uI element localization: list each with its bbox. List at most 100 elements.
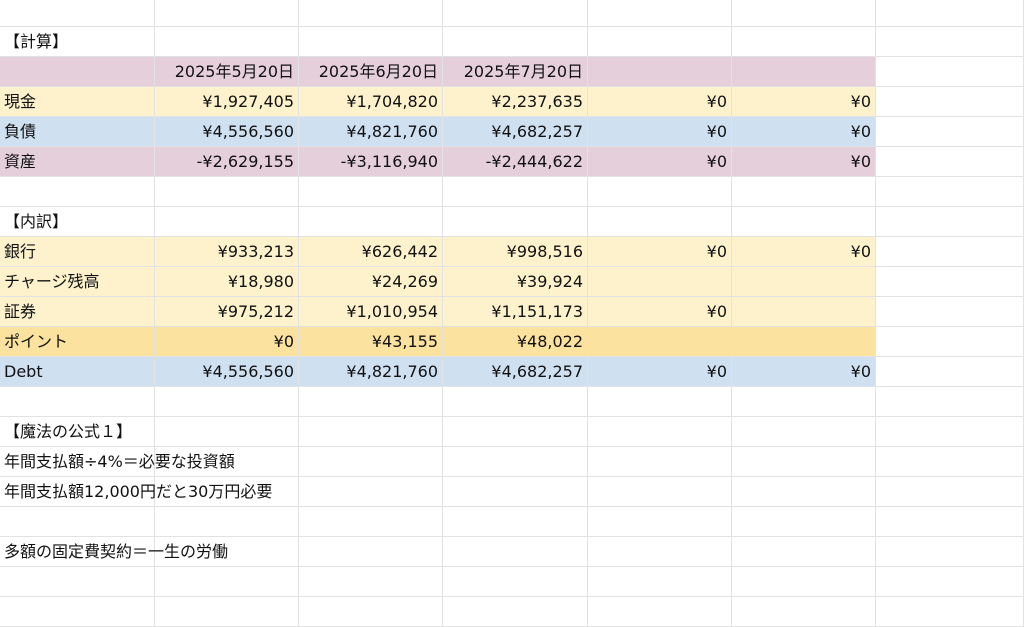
value-cell[interactable]: ¥933,213 bbox=[155, 237, 299, 267]
note-formula-title[interactable]: 【魔法の公式１】 bbox=[0, 417, 155, 447]
cell-r0-c0[interactable] bbox=[0, 0, 155, 27]
cell-r14-c3[interactable] bbox=[443, 417, 588, 447]
cell-r7-c5[interactable] bbox=[732, 207, 876, 237]
cell-r6-c1[interactable] bbox=[155, 177, 299, 207]
cell-r7-c2[interactable] bbox=[299, 207, 443, 237]
value-cell[interactable]: ¥39,924 bbox=[443, 267, 588, 297]
value-cell[interactable] bbox=[588, 267, 732, 297]
date-header[interactable]: 2025年7月20日 bbox=[443, 57, 588, 87]
cell-r10-c6[interactable] bbox=[876, 297, 1024, 327]
cell-r13-c5[interactable] bbox=[732, 387, 876, 417]
cell-r6-c6[interactable] bbox=[876, 177, 1024, 207]
cell-r14-c4[interactable] bbox=[588, 417, 732, 447]
cell-r7-c6[interactable] bbox=[876, 207, 1024, 237]
cell-r0-c4[interactable] bbox=[588, 0, 732, 27]
value-cell[interactable]: ¥0 bbox=[588, 87, 732, 117]
cell-r6-c0[interactable] bbox=[0, 177, 155, 207]
row-label[interactable]: 資産 bbox=[0, 147, 155, 177]
cell-r6-c2[interactable] bbox=[299, 177, 443, 207]
value-cell[interactable]: ¥4,556,560 bbox=[155, 357, 299, 387]
cell-r6-c3[interactable] bbox=[443, 177, 588, 207]
cell-r9-c6[interactable] bbox=[876, 267, 1024, 297]
cell-r7-c4[interactable] bbox=[588, 207, 732, 237]
cell-r13-c2[interactable] bbox=[299, 387, 443, 417]
section-title-breakdown[interactable]: 【内訳】 bbox=[0, 207, 155, 237]
cell-r13-c1[interactable] bbox=[155, 387, 299, 417]
row-label[interactable]: 証券 bbox=[0, 297, 155, 327]
value-cell[interactable]: ¥1,151,173 bbox=[443, 297, 588, 327]
cell-r19-c5[interactable] bbox=[732, 567, 876, 597]
cell-r15-c4[interactable] bbox=[588, 447, 732, 477]
value-cell[interactable]: ¥0 bbox=[588, 357, 732, 387]
value-cell[interactable]: ¥0 bbox=[732, 87, 876, 117]
cell-r20-c4[interactable] bbox=[588, 597, 732, 627]
value-cell[interactable]: ¥998,516 bbox=[443, 237, 588, 267]
cell-r16-c1[interactable] bbox=[155, 477, 299, 507]
note-fixed-cost[interactable]: 多額の固定費契約＝一生の労働 bbox=[0, 537, 228, 567]
cell-r14-c2[interactable] bbox=[299, 417, 443, 447]
cell-r19-c4[interactable] bbox=[588, 567, 732, 597]
cell-r5-c6[interactable] bbox=[876, 147, 1024, 177]
cell-r20-c2[interactable] bbox=[299, 597, 443, 627]
row-label[interactable]: ポイント bbox=[0, 327, 155, 357]
value-cell[interactable]: ¥0 bbox=[155, 327, 299, 357]
cell-r17-c6[interactable] bbox=[876, 507, 1024, 537]
cell-r18-c6[interactable] bbox=[876, 537, 1024, 567]
value-cell[interactable]: ¥24,269 bbox=[299, 267, 443, 297]
cell-r1-c3[interactable] bbox=[443, 27, 588, 57]
cell-r17-c3[interactable] bbox=[443, 507, 588, 537]
cell-r18-c1[interactable] bbox=[155, 537, 299, 567]
value-cell[interactable] bbox=[732, 297, 876, 327]
cell-r19-c6[interactable] bbox=[876, 567, 1024, 597]
cell-r15-c6[interactable] bbox=[876, 447, 1024, 477]
cell-r20-c3[interactable] bbox=[443, 597, 588, 627]
cell-r14-c1[interactable] bbox=[155, 417, 299, 447]
cell-r18-c3[interactable] bbox=[443, 537, 588, 567]
cell-r1-c2[interactable] bbox=[299, 27, 443, 57]
value-cell[interactable]: ¥975,212 bbox=[155, 297, 299, 327]
cell-r0-c2[interactable] bbox=[299, 0, 443, 27]
value-cell[interactable]: ¥2,237,635 bbox=[443, 87, 588, 117]
cell-r13-c4[interactable] bbox=[588, 387, 732, 417]
cell-r16-c4[interactable] bbox=[588, 477, 732, 507]
row-label[interactable]: チャージ残高 bbox=[0, 267, 155, 297]
value-cell[interactable]: ¥48,022 bbox=[443, 327, 588, 357]
cell-r12-c6[interactable] bbox=[876, 357, 1024, 387]
cell-r20-c1[interactable] bbox=[155, 597, 299, 627]
cell-r1-c1[interactable] bbox=[155, 27, 299, 57]
value-cell[interactable]: ¥0 bbox=[588, 117, 732, 147]
value-cell[interactable]: -¥2,629,155 bbox=[155, 147, 299, 177]
cell-r2-c4[interactable] bbox=[588, 57, 732, 87]
value-cell[interactable]: ¥4,821,760 bbox=[299, 117, 443, 147]
value-cell[interactable] bbox=[588, 327, 732, 357]
value-cell[interactable]: ¥0 bbox=[588, 147, 732, 177]
value-cell[interactable] bbox=[732, 327, 876, 357]
cell-r1-c6[interactable] bbox=[876, 27, 1024, 57]
value-cell[interactable]: ¥0 bbox=[732, 357, 876, 387]
cell-r6-c5[interactable] bbox=[732, 177, 876, 207]
value-cell[interactable]: ¥0 bbox=[732, 147, 876, 177]
cell-r13-c6[interactable] bbox=[876, 387, 1024, 417]
cell-r1-c5[interactable] bbox=[732, 27, 876, 57]
cell-r8-c6[interactable] bbox=[876, 237, 1024, 267]
cell-r14-c6[interactable] bbox=[876, 417, 1024, 447]
cell-r13-c0[interactable] bbox=[0, 387, 155, 417]
cell-r20-c5[interactable] bbox=[732, 597, 876, 627]
cell-r6-c4[interactable] bbox=[588, 177, 732, 207]
value-cell[interactable] bbox=[732, 267, 876, 297]
cell-r0-c3[interactable] bbox=[443, 0, 588, 27]
cell-r2-c6[interactable] bbox=[876, 57, 1024, 87]
cell-r19-c0[interactable] bbox=[0, 567, 155, 597]
cell-r2-c0[interactable] bbox=[0, 57, 155, 87]
cell-r15-c2[interactable] bbox=[299, 447, 443, 477]
cell-r15-c3[interactable] bbox=[443, 447, 588, 477]
value-cell[interactable]: ¥1,927,405 bbox=[155, 87, 299, 117]
note-formula-line1[interactable]: 年間支払額÷4%＝必要な投資額 bbox=[0, 447, 235, 477]
value-cell[interactable]: ¥4,682,257 bbox=[443, 117, 588, 147]
value-cell[interactable]: ¥4,821,760 bbox=[299, 357, 443, 387]
value-cell[interactable]: -¥2,444,622 bbox=[443, 147, 588, 177]
cell-r1-c4[interactable] bbox=[588, 27, 732, 57]
value-cell[interactable]: ¥1,010,954 bbox=[299, 297, 443, 327]
date-header[interactable]: 2025年5月20日 bbox=[155, 57, 299, 87]
cell-r0-c1[interactable] bbox=[155, 0, 299, 27]
